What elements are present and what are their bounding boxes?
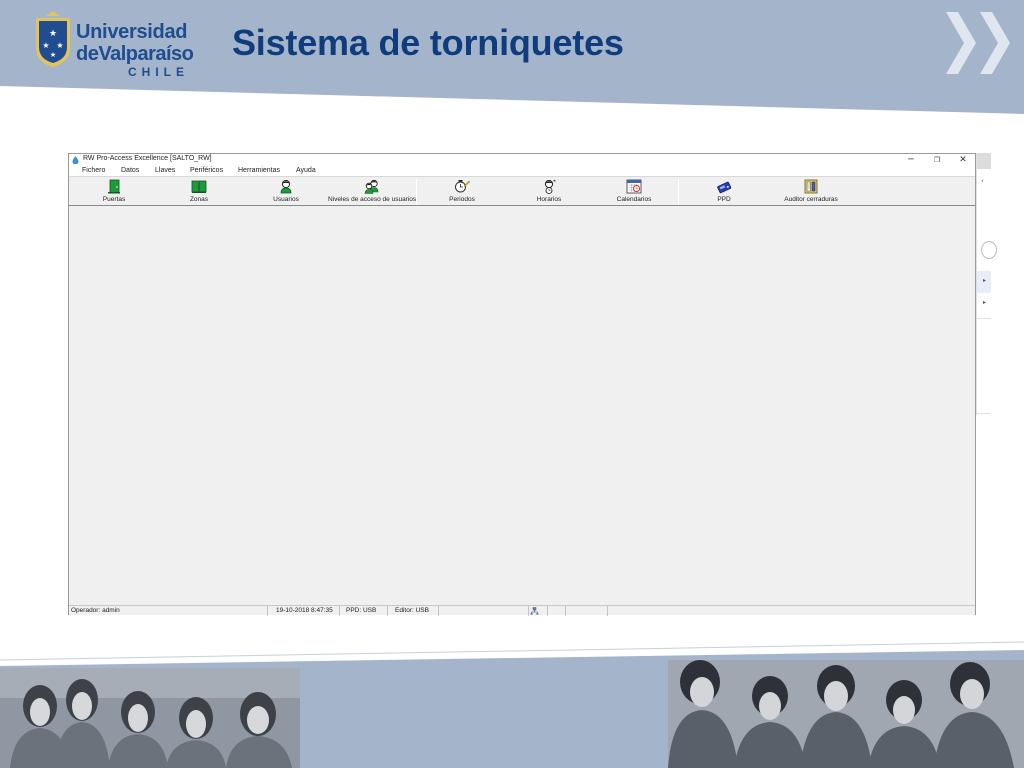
status-cell-small <box>540 606 548 616</box>
status-cell-small <box>548 606 566 616</box>
students-group-photo-right <box>668 660 1024 768</box>
status-bar: Operador: admin 19-10-2018 8:47:35 PPD: … <box>69 605 975 616</box>
app-drop-icon <box>72 156 79 164</box>
toolbar-horarios-label: Horarios <box>536 196 562 203</box>
divider <box>977 413 991 414</box>
clock-pen-icon <box>455 180 470 193</box>
toolbar-zonas-label: Zonas <box>189 196 209 203</box>
network-icon <box>530 607 539 615</box>
minimize-button[interactable]: ─ <box>898 154 924 166</box>
shield-icon: ★ ★ ★ ★ <box>36 11 70 67</box>
students-group-photo-left <box>0 668 300 768</box>
restore-button[interactable]: ❐ <box>924 154 950 166</box>
background-window-titlebar <box>977 153 991 169</box>
toolbar-auditor-cerraduras-button[interactable]: Auditor cerraduras <box>781 179 841 205</box>
schedule-person-icon <box>544 179 556 194</box>
menu-llaves[interactable]: Llaves <box>155 167 175 174</box>
minimize-icon: ─ <box>908 155 914 165</box>
header-band: ★ ★ ★ ★ Universidad deValparaíso CHILE S… <box>0 0 1024 120</box>
status-cell-small <box>566 606 608 616</box>
status-ppd: PPD: USB <box>344 606 388 616</box>
close-button[interactable]: ✕ <box>950 154 976 166</box>
status-editor: Editor: USB <box>393 606 439 616</box>
close-icon: ✕ <box>959 155 967 165</box>
divider <box>977 318 991 319</box>
toolbar-calendarios-button[interactable]: Calendarios <box>611 179 657 205</box>
menu-bar: Fichero Datos Llaves Periféricos Herrami… <box>69 166 975 177</box>
svg-text:★: ★ <box>56 41 63 50</box>
svg-text:★: ★ <box>49 29 57 39</box>
status-operator: Operador: admin <box>69 606 268 616</box>
toolbar-niveles-acceso-button[interactable]: Niveles de acceso de usuarios <box>328 179 416 205</box>
toolbar: Puertas Zonas Usuarios Niveles de acceso… <box>69 177 975 206</box>
app-window: RW Pro-Access Excellence [SALTO_RW] ─ ❐ … <box>68 153 976 616</box>
toolbar-separator <box>678 179 679 205</box>
university-logo: ★ ★ ★ ★ Universidad deValparaíso CHILE <box>34 10 194 79</box>
window-titlebar[interactable]: RW Pro-Access Excellence [SALTO_RW] ─ ❐ … <box>69 154 975 166</box>
caret-right-icon: ▸ <box>983 299 987 306</box>
svg-text:★: ★ <box>50 51 56 59</box>
user-access-levels-icon <box>364 179 379 194</box>
logo-line-chile: CHILE <box>128 65 189 79</box>
toolbar-ppd-button[interactable]: PPD <box>702 179 746 205</box>
menu-fichero[interactable]: Fichero <box>82 167 105 174</box>
toolbar-usuarios-label: Usuarios <box>273 196 299 203</box>
double-chevron-icon <box>946 12 1010 74</box>
window-title: RW Pro-Access Excellence [SALTO_RW] <box>83 155 212 162</box>
logo-line-universidad: Universidad <box>76 21 188 43</box>
chevron-left-icon: ‹ <box>981 177 984 185</box>
ppd-device-icon <box>717 181 732 194</box>
toolbar-separator <box>416 179 417 205</box>
circle-control <box>981 241 997 259</box>
lock-audit-icon <box>804 179 818 194</box>
toolbar-horarios-button[interactable]: Horarios <box>527 179 571 205</box>
toolbar-periodos-label: Periodos <box>449 196 475 203</box>
zones-icon <box>191 180 207 193</box>
door-icon <box>108 179 120 194</box>
restore-icon: ❐ <box>933 156 941 164</box>
toolbar-ppd-label: PPD <box>717 196 731 203</box>
calendar-icon <box>626 179 642 194</box>
menu-herramientas[interactable]: Herramientas <box>238 167 280 174</box>
svg-text:★: ★ <box>42 41 49 50</box>
toolbar-calendarios-label: Calendarios <box>616 196 652 203</box>
background-window-edge: ‹ ▸ ▸ <box>976 153 997 415</box>
caret-right-icon: ▸ <box>983 277 987 284</box>
logo-wordmark: Universidad deValparaíso CHILE <box>76 21 194 79</box>
toolbar-niveles-acceso-label: Niveles de acceso de usuarios <box>328 196 417 203</box>
menu-ayuda[interactable]: Ayuda <box>296 167 316 174</box>
user-icon <box>280 179 292 194</box>
footer-band <box>0 620 1024 768</box>
status-datetime: 19-10-2018 8:47:35 <box>274 606 340 616</box>
toolbar-auditor-cerraduras-label: Auditor cerraduras <box>784 196 838 203</box>
toolbar-puertas-label: Puertas <box>102 196 126 203</box>
toolbar-periodos-button[interactable]: Periodos <box>440 179 484 205</box>
toolbar-puertas-button[interactable]: Puertas <box>91 179 137 205</box>
main-workspace[interactable] <box>69 207 975 604</box>
menu-perifericos[interactable]: Periféricos <box>190 167 223 174</box>
menu-datos[interactable]: Datos <box>121 167 139 174</box>
status-empty-cell <box>439 606 529 616</box>
logo-line-valparaiso: deValparaíso <box>76 43 194 65</box>
toolbar-zonas-button[interactable]: Zonas <box>177 179 221 205</box>
slide-title: Sistema de torniquetes <box>232 22 624 63</box>
toolbar-usuarios-button[interactable]: Usuarios <box>264 179 308 205</box>
